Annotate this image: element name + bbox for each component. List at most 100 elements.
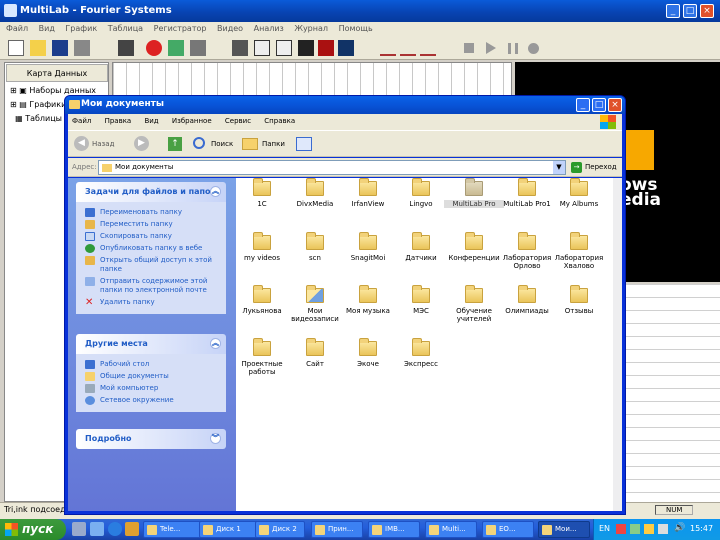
- app-menu-file[interactable]: Файл: [6, 24, 28, 33]
- video-icon[interactable]: [338, 40, 354, 56]
- tree-item-datasets[interactable]: ⊞ ▣ Наборы данных: [10, 86, 96, 95]
- folder-item[interactable]: Моя музыка: [338, 285, 398, 315]
- taskbar-item-active[interactable]: Мои...: [538, 521, 590, 538]
- menu-favorites[interactable]: Избранное: [172, 117, 212, 125]
- print-icon[interactable]: [74, 40, 90, 56]
- folder-item[interactable]: IrfanView: [338, 178, 398, 208]
- folder-item[interactable]: Лукьянова: [232, 285, 292, 315]
- task-rename[interactable]: Переименовать папку: [76, 208, 226, 217]
- taskbar-item[interactable]: Прин...: [311, 521, 363, 538]
- panel-header[interactable]: Задачи для файлов и папок ︽: [76, 182, 226, 202]
- tree-item-graphs[interactable]: ⊞ ▤ Графики: [10, 100, 66, 109]
- menu-help[interactable]: Справка: [264, 117, 295, 125]
- clock[interactable]: 15:47: [690, 524, 713, 533]
- folder-item[interactable]: scn: [285, 232, 345, 262]
- media-icon[interactable]: [90, 522, 104, 536]
- desktop-icon[interactable]: [72, 522, 86, 536]
- place-network[interactable]: Сетевое окружение: [76, 396, 226, 405]
- app-menu-journal[interactable]: Журнал: [294, 24, 328, 33]
- camera-icon[interactable]: [318, 40, 334, 56]
- tray-icon[interactable]: [630, 524, 640, 534]
- folder-item[interactable]: Лаборатория Орлово: [497, 232, 557, 270]
- app-menu-logger[interactable]: Регистратор: [154, 24, 207, 33]
- language-indicator[interactable]: EN: [599, 524, 610, 533]
- app-menu-analysis[interactable]: Анализ: [254, 24, 284, 33]
- measure-icon[interactable]: [400, 40, 416, 56]
- menu-edit[interactable]: Правка: [105, 117, 132, 125]
- app-menu-table[interactable]: Таблица: [108, 24, 143, 33]
- address-field[interactable]: Мои документы: [98, 160, 566, 175]
- folder-item[interactable]: Конференции: [444, 232, 504, 262]
- chevron-down-icon[interactable]: ▼: [553, 161, 565, 174]
- folder-item[interactable]: Отзывы: [549, 285, 609, 315]
- forward-arrow-icon[interactable]: ▶: [134, 136, 149, 151]
- folder-item[interactable]: Lingvo: [391, 178, 451, 208]
- new-file-icon[interactable]: [8, 40, 24, 56]
- folder-item-selected[interactable]: MultiLab Pro: [444, 178, 504, 208]
- menu-tools[interactable]: Сервис: [225, 117, 251, 125]
- folder-item[interactable]: Проектные работы: [232, 338, 292, 376]
- start-button[interactable]: пуск: [0, 519, 66, 540]
- expand-icon[interactable]: ︾: [210, 433, 221, 444]
- folder-item[interactable]: Мои видеозаписи: [285, 285, 345, 323]
- pause-icon[interactable]: [508, 43, 518, 54]
- app-menu-video[interactable]: Видео: [217, 24, 243, 33]
- folders-button[interactable]: Папки: [262, 140, 285, 148]
- zoom-icon[interactable]: [420, 40, 436, 56]
- folder-item[interactable]: MultiLab Pro1: [497, 178, 557, 208]
- folder-item[interactable]: my videos: [232, 232, 292, 262]
- close-button[interactable]: ×: [608, 98, 622, 112]
- download-icon[interactable]: [190, 40, 206, 56]
- app-menu-graph[interactable]: График: [65, 24, 97, 33]
- record-icon[interactable]: [528, 43, 539, 54]
- chart-icon[interactable]: [254, 40, 270, 56]
- task-email[interactable]: Отправить содержимое этой папки по элект…: [76, 277, 226, 295]
- folder-item[interactable]: Датчики: [391, 232, 451, 262]
- folder-item[interactable]: My Albums: [549, 178, 609, 208]
- open-folder-icon[interactable]: [30, 40, 46, 56]
- tray-icon[interactable]: [644, 524, 654, 534]
- run-icon[interactable]: [118, 40, 134, 56]
- place-shared-docs[interactable]: Общие документы: [76, 372, 226, 381]
- collapse-icon[interactable]: ︽: [210, 338, 221, 349]
- folder-item[interactable]: SnagitMoi: [338, 232, 398, 262]
- folder-item[interactable]: DivxMedia: [285, 178, 345, 208]
- app-close-button[interactable]: ×: [700, 4, 714, 18]
- place-desktop[interactable]: Рабочий стол: [76, 360, 226, 369]
- play-icon[interactable]: [486, 42, 496, 54]
- scrollbar[interactable]: [613, 178, 622, 511]
- taskbar-item[interactable]: IMB...: [368, 521, 420, 538]
- app-menu-view[interactable]: Вид: [39, 24, 55, 33]
- sensor-icon[interactable]: [232, 40, 248, 56]
- folder-item[interactable]: Сайт: [285, 338, 345, 368]
- stop-icon[interactable]: [146, 40, 162, 56]
- back-arrow-icon[interactable]: ◀: [74, 136, 89, 151]
- folder-item[interactable]: Лаборатория Хвалово: [549, 232, 609, 270]
- folder-item[interactable]: Олимпиады: [497, 285, 557, 315]
- tray-icon[interactable]: [658, 524, 668, 534]
- right-table[interactable]: [625, 284, 720, 504]
- folder-item[interactable]: 1C: [232, 178, 292, 208]
- quicklaunch-icon[interactable]: [125, 522, 139, 536]
- panel-header[interactable]: Другие места ︽: [76, 334, 226, 354]
- tree-item-tables[interactable]: ▦ Таблицы: [10, 114, 62, 123]
- task-delete[interactable]: ✕ Удалить папку: [76, 298, 226, 308]
- go-button[interactable]: → Переход: [571, 160, 621, 175]
- minimize-button[interactable]: _: [576, 98, 590, 112]
- menu-file[interactable]: Файл: [72, 117, 91, 125]
- app-maximize-button[interactable]: □: [683, 4, 697, 18]
- folder-item[interactable]: Экоче: [338, 338, 398, 368]
- back-button[interactable]: Назад: [92, 140, 114, 148]
- taskbar-item[interactable]: ЕО...: [482, 521, 534, 538]
- search-button[interactable]: Поиск: [211, 140, 233, 148]
- panel-header[interactable]: Подробно ︾: [76, 429, 226, 449]
- task-share[interactable]: Открыть общий доступ к этой папке: [76, 256, 226, 274]
- place-my-computer[interactable]: Мой компьютер: [76, 384, 226, 393]
- taskbar-item[interactable]: Multi...: [425, 521, 477, 538]
- views-icon[interactable]: [296, 137, 312, 151]
- explorer-title-bar[interactable]: Мои документы: [65, 96, 625, 114]
- folder-item[interactable]: Обучение учителей: [444, 285, 504, 323]
- volume-icon[interactable]: 🔊: [674, 523, 685, 533]
- cursor-icon[interactable]: [380, 40, 396, 56]
- folder-item[interactable]: Экспресс: [391, 338, 451, 368]
